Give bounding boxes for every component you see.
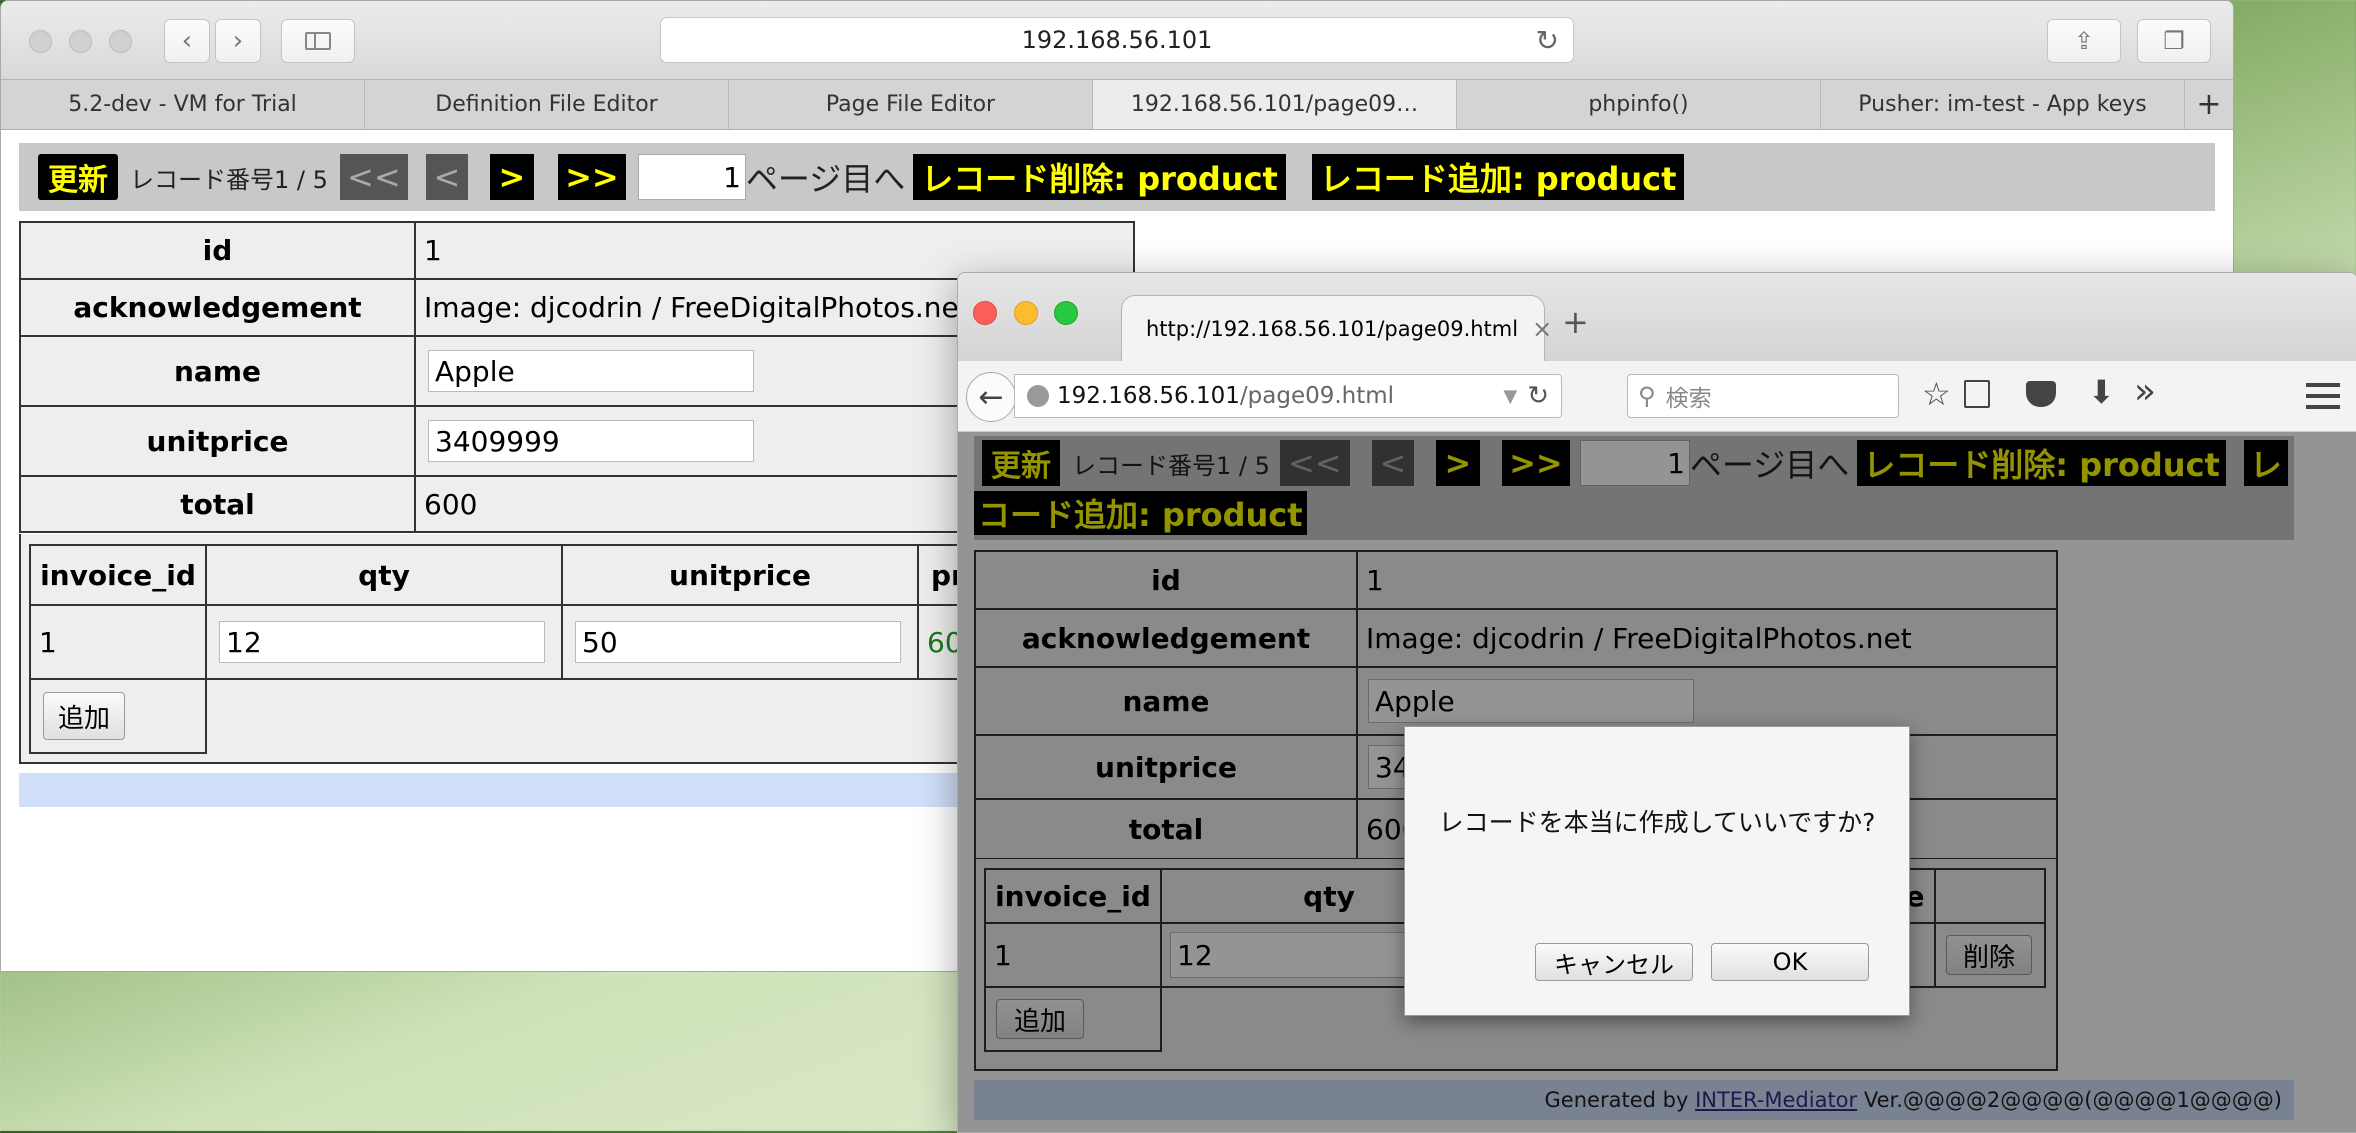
tab-page-editor[interactable]: Page File Editor bbox=[729, 80, 1093, 129]
sidebar-icon bbox=[305, 32, 331, 50]
invoice-id-value: 1 bbox=[29, 604, 207, 680]
first-record-button[interactable]: << bbox=[339, 154, 408, 200]
header-qty: qty bbox=[205, 544, 563, 606]
tab-page09[interactable]: 192.168.56.101/page09… bbox=[1093, 80, 1457, 129]
safari-toolbar: ‹ › 192.168.56.101 ↻ ⇪ ❐ bbox=[1, 1, 2233, 80]
back-button[interactable]: ‹ bbox=[164, 19, 210, 63]
url-host: 192.168.56.101 bbox=[1057, 383, 1240, 409]
hamburger-menu-icon[interactable] bbox=[2306, 383, 2340, 409]
label-id: id bbox=[19, 221, 416, 280]
tab-definition-editor[interactable]: Definition File Editor bbox=[365, 80, 729, 129]
name-input[interactable]: Apple bbox=[428, 350, 754, 392]
invoice-unitprice-input[interactable]: 50 bbox=[575, 621, 901, 663]
label-total: total bbox=[19, 475, 416, 533]
search-input[interactable]: ⚲ 検索 bbox=[1627, 374, 1899, 418]
minimize-window-button[interactable] bbox=[69, 30, 92, 53]
header-unitprice: unitprice bbox=[561, 544, 919, 606]
overflow-menu-icon[interactable]: » bbox=[2134, 371, 2156, 412]
close-window-button[interactable] bbox=[973, 301, 997, 325]
history-dropdown-icon[interactable]: ▼ bbox=[1503, 386, 1517, 407]
download-icon[interactable]: ⬇ bbox=[2088, 373, 2115, 411]
address-text: 192.168.56.101 bbox=[1021, 26, 1213, 54]
pocket-icon[interactable] bbox=[2026, 381, 2056, 407]
sidebar-button[interactable] bbox=[281, 19, 355, 63]
prev-record-button[interactable]: < bbox=[425, 154, 468, 200]
ok-button[interactable]: OK bbox=[1711, 943, 1869, 981]
page-goto-label: ページ目へ bbox=[745, 160, 906, 198]
label-name: name bbox=[19, 335, 416, 407]
minimize-window-button[interactable] bbox=[1014, 301, 1038, 325]
firefox-navigation-bar: ← 192.168.56.101/page09.html ▼ ↻ ⚲ 検索 ☆ … bbox=[958, 361, 2356, 432]
zoom-window-button[interactable] bbox=[109, 30, 132, 53]
back-button[interactable]: ← bbox=[966, 372, 1016, 422]
page-number-input[interactable]: 1 bbox=[637, 154, 746, 200]
tabs-overview-button[interactable]: ❐ bbox=[2137, 19, 2211, 63]
search-placeholder: 検索 bbox=[1665, 386, 1712, 412]
refresh-button[interactable]: 更新 bbox=[38, 154, 118, 200]
add-record-button[interactable]: レコード追加: product bbox=[1311, 154, 1685, 200]
chevron-right-icon: › bbox=[232, 26, 244, 56]
tab-title: http://192.168.56.101/page09.html bbox=[1146, 316, 1519, 341]
close-window-button[interactable] bbox=[29, 30, 52, 53]
record-navigation-bar: 更新 レコード番号1 / 5 << < > >> 1 ページ目へ レコード削除:… bbox=[19, 143, 2215, 211]
url-bar[interactable]: 192.168.56.101/page09.html ▼ ↻ bbox=[1014, 374, 1562, 418]
new-tab-button[interactable]: + bbox=[1562, 303, 1589, 341]
last-record-button[interactable]: >> bbox=[557, 154, 626, 200]
tab-vm-trial[interactable]: 5.2-dev - VM for Trial bbox=[1, 80, 365, 129]
reload-icon[interactable]: ↻ bbox=[1536, 24, 1559, 57]
close-tab-icon[interactable]: × bbox=[1532, 315, 1552, 343]
share-icon: ⇪ bbox=[2073, 27, 2095, 55]
share-button[interactable]: ⇪ bbox=[2047, 19, 2121, 63]
cancel-button[interactable]: キャンセル bbox=[1535, 943, 1693, 981]
label-unitprice: unitprice bbox=[19, 405, 416, 477]
qty-input[interactable]: 12 bbox=[219, 621, 545, 663]
add-invoice-button[interactable]: 追加 bbox=[43, 692, 125, 740]
globe-icon bbox=[1027, 385, 1049, 407]
new-tab-button[interactable]: + bbox=[2185, 80, 2233, 129]
firefox-page-content: 更新 レコード番号1 / 5 << < > >> 1 ページ目へ レコード削除:… bbox=[958, 432, 2356, 1132]
url-path: /page09.html bbox=[1239, 383, 1395, 409]
unitprice-input[interactable]: 3409999 bbox=[428, 420, 754, 462]
record-number-label: レコード番号1 / 5 bbox=[130, 165, 328, 194]
address-bar[interactable]: 192.168.56.101 ↻ bbox=[660, 17, 1574, 63]
next-record-button[interactable]: > bbox=[489, 154, 534, 200]
tab-phpinfo[interactable]: phpinfo() bbox=[1457, 80, 1821, 129]
chevron-left-icon: ‹ bbox=[181, 26, 193, 56]
reading-list-icon[interactable] bbox=[1964, 380, 1990, 408]
reload-icon[interactable]: ↻ bbox=[1527, 381, 1549, 411]
safari-tab-bar: 5.2-dev - VM for Trial Definition File E… bbox=[1, 80, 2233, 130]
header-invoice-id: invoice_id bbox=[29, 544, 207, 606]
arrow-left-icon: ← bbox=[978, 379, 1004, 415]
zoom-window-button[interactable] bbox=[1054, 301, 1078, 325]
bookmark-star-icon[interactable]: ☆ bbox=[1922, 375, 1951, 413]
forward-button[interactable]: › bbox=[215, 19, 261, 63]
tab-pusher[interactable]: Pusher: im-test - App keys bbox=[1821, 80, 2185, 129]
firefox-tab-bar: http://192.168.56.101/page09.html × + bbox=[958, 273, 2356, 361]
value-id: 1 bbox=[414, 221, 1135, 280]
delete-record-button[interactable]: レコード削除: product bbox=[913, 154, 1286, 200]
firefox-active-tab[interactable]: http://192.168.56.101/page09.html × bbox=[1121, 295, 1552, 361]
confirm-dialog: レコードを本当に作成していいですか? キャンセル OK bbox=[1404, 726, 1910, 1016]
tabs-icon: ❐ bbox=[2163, 27, 2185, 55]
dialog-message: レコードを本当に作成していいですか? bbox=[1438, 808, 1876, 837]
label-acknowledgement: acknowledgement bbox=[19, 278, 416, 337]
search-icon: ⚲ bbox=[1638, 382, 1656, 410]
firefox-window: http://192.168.56.101/page09.html × + ← … bbox=[957, 272, 2356, 1133]
